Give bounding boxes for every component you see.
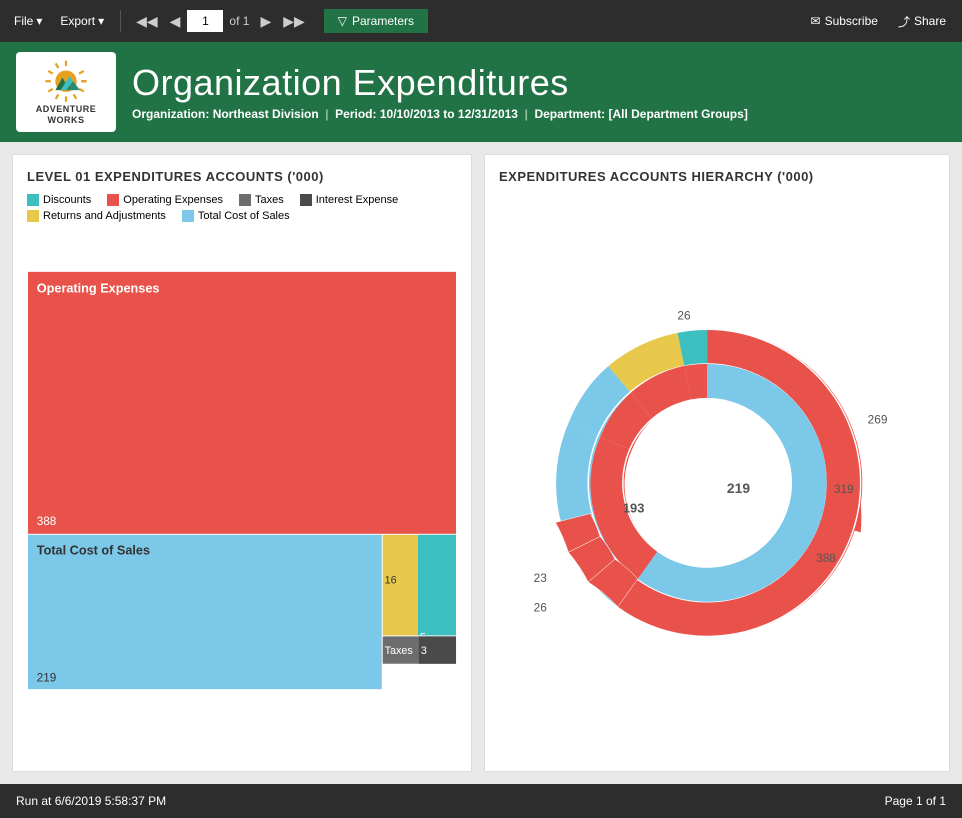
toolbar-right: ✉ Subscribe ⤴ Share [803,9,954,34]
prev-page-button[interactable]: ◀ [165,12,186,30]
logo-text: Adventure Works [36,104,97,126]
outer-label-23: 23 [534,571,548,585]
filter-icon: ▽ [338,14,347,28]
toolbar-separator [120,10,121,32]
outer-label-319: 319 [834,482,854,496]
parameters-label: Parameters [352,14,414,28]
run-timestamp: Run at 6/6/2019 5:58:37 PM [16,794,166,808]
subscribe-button[interactable]: ✉ Subscribe [803,10,886,32]
interest-label: Interest Expense [316,194,399,206]
org-value: Northeast Division [213,107,319,121]
total-cost-value: 219 [37,671,57,684]
returns-label: Returns and Adjustments [43,210,166,222]
outer-label-26-bot: 26 [534,601,548,615]
interest-color [300,194,312,206]
page-indicator: Page 1 of 1 [885,794,946,808]
inner-label-219: 219 [727,480,750,496]
legend-total-cost: Total Cost of Sales [182,210,290,222]
header-text: Organization Expenditures Organization: … [132,63,748,121]
total-cost-label: Total Cost of Sales [37,543,150,557]
returns-value: 16 [385,575,397,587]
taxes-block-label: Taxes [385,645,413,657]
total-cost-label: Total Cost of Sales [198,210,290,222]
discounts-label: Discounts [43,194,91,206]
export-chevron-icon: ▾ [98,14,104,28]
file-menu-button[interactable]: File ▾ [8,10,48,32]
share-icon: ⤴ [898,13,910,30]
file-chevron-icon: ▾ [36,14,42,28]
report-metadata: Organization: Northeast Division | Perio… [132,107,748,121]
outer-label-26-top: 26 [677,308,691,322]
next-page-button[interactable]: ▶ [255,12,276,30]
legend-discounts: Discounts [27,194,91,206]
legend-operating: Operating Expenses [107,194,223,206]
share-label: Share [914,14,946,28]
report-header: Adventure Works Organization Expenditure… [0,42,962,142]
share-button[interactable]: ⤴ Share [890,9,954,34]
left-panel-title: LEVEL 01 EXPENDITURES ACCOUNTS ('000) [27,169,457,184]
dept-label: Department: [534,107,605,121]
discounts-color [27,194,39,206]
page-of-label: of 1 [229,14,249,28]
total-cost-color [182,210,194,222]
operating-label: Operating Expenses [123,194,223,206]
parameters-button[interactable]: ▽ Parameters [324,9,428,33]
legend-taxes: Taxes [239,194,284,206]
first-page-button[interactable]: ◀◀ [131,12,163,30]
outer-label-269: 269 [868,412,888,426]
export-menu-button[interactable]: Export ▾ [54,10,110,32]
legend-returns: Returns and Adjustments [27,210,166,222]
left-panel: LEVEL 01 EXPENDITURES ACCOUNTS ('000) Di… [12,154,472,772]
outer-label-388: 388 [816,551,836,565]
treemap-chart: Operating Expenses 388 Total Cost of Sal… [27,232,457,730]
operating-expenses-value: 388 [37,515,57,528]
taxes-color [239,194,251,206]
logo-area: Adventure Works [16,52,116,132]
total-cost-block[interactable] [28,535,382,689]
report-footer: Run at 6/6/2019 5:58:37 PM Page 1 of 1 [0,784,962,818]
taxes-label: Taxes [255,194,284,206]
discounts-block[interactable] [418,535,456,636]
main-content: LEVEL 01 EXPENDITURES ACCOUNTS ('000) Di… [0,142,962,784]
chart-legend: Discounts Operating Expenses Taxes Inter… [27,194,457,222]
page-number-input[interactable]: 1 [187,10,223,32]
dept-value: [All Department Groups] [608,107,747,121]
file-label: File [14,14,33,28]
period-value: 10/10/2013 to 12/31/2013 [380,107,518,121]
operating-color [107,194,119,206]
envelope-icon: ✉ [811,14,821,28]
right-panel: EXPENDITURES ACCOUNTS HIERARCHY ('000) [484,154,950,772]
hierarchy-chart: 219 193 269 319 388 26 23 26 [499,194,935,742]
subscribe-label: Subscribe [825,14,878,28]
last-page-button[interactable]: ▶▶ [278,12,310,30]
adventure-works-logo [40,58,92,104]
operating-expenses-label: Operating Expenses [37,281,160,295]
operating-expenses-block[interactable] [28,272,456,534]
inner-label-193: 193 [623,501,644,516]
legend-interest: Interest Expense [300,194,399,206]
export-label: Export [60,14,95,28]
right-panel-title: EXPENDITURES ACCOUNTS HIERARCHY ('000) [499,169,935,184]
page-navigation: ◀◀ ◀ 1 of 1 ▶ ▶▶ [131,10,310,32]
report-title: Organization Expenditures [132,63,748,103]
org-label: Organization: [132,107,209,121]
toolbar: File ▾ Export ▾ ◀◀ ◀ 1 of 1 ▶ ▶▶ ▽ Param… [0,0,962,42]
interest-value: 3 [421,645,427,657]
period-label: Period: [335,107,376,121]
returns-color [27,210,39,222]
